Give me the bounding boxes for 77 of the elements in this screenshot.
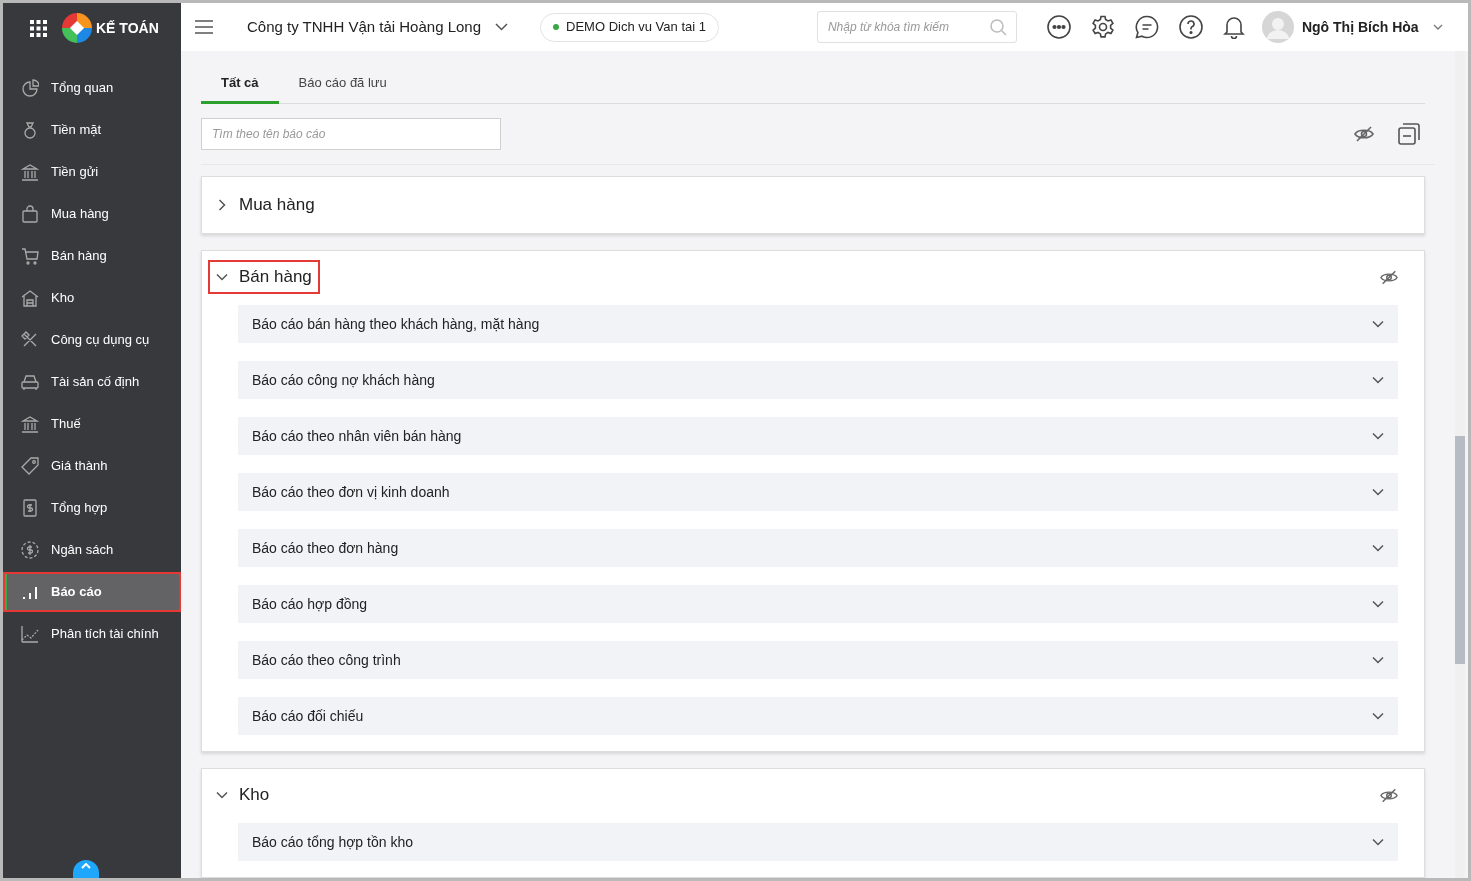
chevron-down-icon [1372, 542, 1384, 554]
report-row[interactable]: Báo cáo tổng hợp tồn kho [238, 823, 1398, 861]
chevron-down-icon [216, 271, 228, 283]
tab[interactable]: Báo cáo đã lưu [278, 64, 407, 105]
car-icon [21, 373, 39, 391]
user-menu[interactable]: Ngô Thị Bích Hòa [1261, 11, 1443, 43]
help-icon[interactable] [1178, 15, 1203, 39]
chevron-up-icon [81, 863, 91, 869]
sidebar-item[interactable]: Mua hàng [3, 194, 181, 234]
sidebar-item[interactable]: Tiền gửi [3, 152, 181, 192]
report-row[interactable]: Báo cáo theo đơn hàng [238, 529, 1398, 567]
group-toggle[interactable]: Mua hàng [208, 188, 323, 222]
scroll-up-button[interactable] [73, 860, 99, 878]
caret-icon [1432, 24, 1443, 30]
sidebar-item[interactable]: Kho [3, 278, 181, 318]
report-row[interactable]: Báo cáo theo công trình [238, 641, 1398, 679]
sidebar-item[interactable]: Tổng quan [3, 68, 181, 108]
report-row[interactable]: Báo cáo theo nhân viên bán hàng [238, 417, 1398, 455]
sidebar-item[interactable]: Tài sản cố định [3, 362, 181, 402]
sidebar-item[interactable]: Thuế [3, 404, 181, 444]
warehouse-icon [21, 289, 39, 307]
menu-icon[interactable] [195, 20, 213, 34]
chevron-right-icon [216, 199, 228, 211]
coin-icon [21, 541, 39, 559]
chevron-down-icon [1372, 710, 1384, 722]
chevron-down-icon [1372, 598, 1384, 610]
money-bag-icon [21, 121, 39, 139]
sidebar-item[interactable]: Báo cáo [3, 572, 181, 612]
chevron-down-icon [1372, 374, 1384, 386]
sidebar-item[interactable]: Giá thành [3, 446, 181, 486]
group-toggle[interactable]: Bán hàng [208, 260, 320, 294]
tools-icon [21, 331, 39, 349]
report-row[interactable]: Báo cáo công nợ khách hàng [238, 361, 1398, 399]
chevron-down-icon [1372, 318, 1384, 330]
chevron-down-icon [1372, 486, 1384, 498]
collapse-all-icon[interactable] [1398, 123, 1420, 146]
cart-icon [21, 247, 39, 265]
search-field[interactable]: Nhập từ khóa tìm kiếm [816, 11, 1017, 43]
chevron-down-icon [1372, 430, 1384, 442]
company-selector[interactable]: Công ty TNHH Vận tải Hoàng Long [247, 15, 509, 39]
hide-icon[interactable] [1380, 269, 1398, 285]
report-row[interactable]: Báo cáo theo đơn vị kinh doanh [238, 473, 1398, 511]
chevron-down-icon [1372, 654, 1384, 666]
report-row[interactable]: Báo cáo hợp đồng [238, 585, 1398, 623]
settings-icon[interactable] [1090, 15, 1115, 39]
avatar-icon [1261, 11, 1294, 43]
bell-icon[interactable] [1222, 15, 1245, 39]
sidebar-item[interactable]: Bán hàng [3, 236, 181, 276]
report-row[interactable]: Báo cáo bán hàng theo khách hàng, mặt hàng [238, 305, 1398, 343]
tag-icon [21, 457, 39, 475]
search-icon [989, 19, 1007, 36]
sidebar-item[interactable]: Phân tích tài chính [3, 614, 181, 654]
logo-text: KẾ TOÁN [96, 18, 159, 38]
bank-icon [21, 163, 39, 181]
pie-chart-icon [21, 79, 39, 97]
chevron-down-icon [216, 789, 228, 801]
group-toggle[interactable]: Kho [208, 778, 278, 812]
sidebar-item[interactable]: Tổng hợp [3, 488, 181, 528]
app-grid-icon[interactable] [30, 19, 47, 37]
ledger-icon [21, 499, 39, 517]
logo-icon [62, 13, 92, 43]
hide-icon[interactable] [1380, 787, 1398, 803]
bank-icon [21, 415, 39, 433]
sidebar-item[interactable]: Công cụ dụng cụ [3, 320, 181, 360]
chat-icon[interactable] [1134, 15, 1159, 39]
shopping-bag-icon [21, 205, 39, 223]
report-search-field[interactable]: Tìm theo tên báo cáo [201, 118, 501, 151]
chevron-down-icon [1372, 836, 1384, 848]
sidebar-item[interactable]: Tiền mặt [3, 110, 181, 150]
more-icon[interactable] [1046, 15, 1071, 39]
trend-chart-icon [21, 625, 39, 643]
sidebar-item[interactable]: Ngân sách [3, 530, 181, 570]
hide-icon[interactable] [1354, 126, 1374, 143]
report-row[interactable]: Báo cáo đối chiếu [238, 697, 1398, 735]
tab[interactable]: Tất cả [201, 64, 279, 105]
scrollbar[interactable] [1455, 51, 1465, 878]
caret-icon [495, 23, 509, 31]
